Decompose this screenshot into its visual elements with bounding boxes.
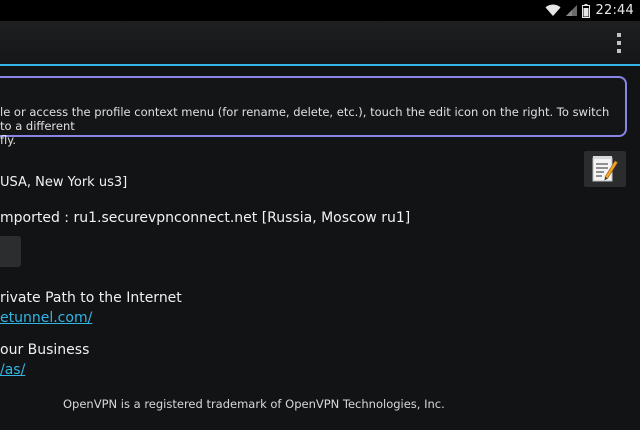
status-icons: 22:44: [545, 1, 634, 20]
promo-title-1: rivate Path to the Internet: [0, 290, 182, 306]
promo-link-2[interactable]: /as/: [0, 362, 25, 378]
promo-title-2: our Business: [0, 342, 90, 358]
status-clock: 22:44: [595, 3, 634, 18]
battery-icon: [581, 3, 590, 18]
signal-icon: [565, 4, 578, 17]
info-banner-text: le or access the profile context menu (f…: [0, 105, 620, 147]
info-banner-line-2: fly.: [0, 133, 17, 147]
action-bar-divider: [0, 64, 640, 66]
status-bar: 22:44: [0, 0, 640, 21]
trademark-footer: OpenVPN is a registered trademark of Ope…: [63, 397, 445, 411]
info-banner-line-1: le or access the profile context menu (f…: [0, 105, 610, 133]
profile-item-2[interactable]: mported : ru1.securevpnconnect.net [Russ…: [0, 210, 410, 226]
action-bar: [0, 21, 640, 64]
profile-action-button[interactable]: [0, 236, 21, 267]
profile-item-1[interactable]: USA, New York us3]: [0, 175, 127, 190]
wifi-icon: [545, 4, 561, 17]
promo-link-1[interactable]: etunnel.com/: [0, 310, 92, 326]
app-screen: 22:44 le or access the profile context m…: [0, 0, 640, 430]
overflow-menu-icon[interactable]: [612, 33, 626, 53]
edit-profile-button[interactable]: [584, 151, 626, 187]
